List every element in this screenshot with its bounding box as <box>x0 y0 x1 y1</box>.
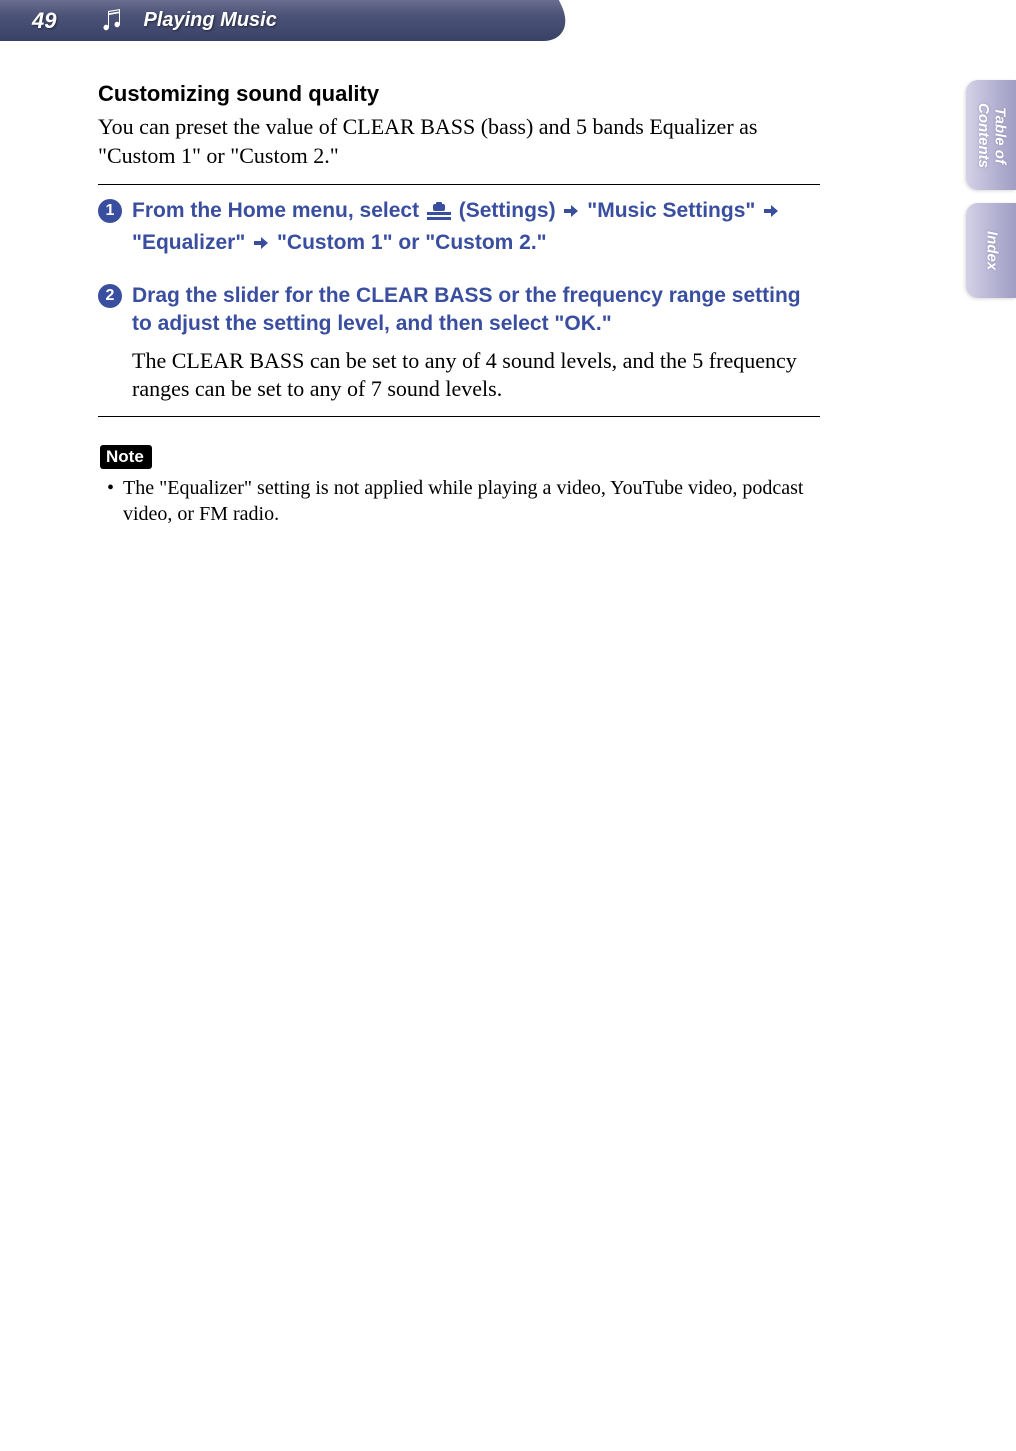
note-item: The "Equalizer" setting is not applied w… <box>110 475 820 527</box>
header-curve <box>489 0 578 41</box>
step-1-text: From the Home menu, select (Settings) "M… <box>132 197 781 258</box>
toc-tab[interactable]: Table ofContents <box>966 80 1016 190</box>
note-section: Note The "Equalizer" setting is not appl… <box>98 445 820 527</box>
step-1-settings: (Settings) <box>453 199 562 222</box>
step-1-prefix: From the Home menu, select <box>132 199 425 222</box>
step-number-2: 2 <box>98 284 122 308</box>
intro-text: You can preset the value of CLEAR BASS (… <box>98 113 820 170</box>
index-tab[interactable]: Index <box>966 203 1016 298</box>
page-number: 49 <box>0 8 56 34</box>
arrow-icon <box>254 230 268 258</box>
header-bar: 49 Playing Music <box>0 0 543 41</box>
toc-tab-label: Table ofContents <box>975 103 1008 168</box>
main-content: Customizing sound quality You can preset… <box>0 41 820 527</box>
step-2: 2 Drag the slider for the CLEAR BASS or … <box>98 270 820 416</box>
step-1-path3b: "Custom 1" or "Custom 2." <box>271 231 547 254</box>
note-badge: Note <box>100 445 152 469</box>
subheading: Customizing sound quality <box>98 81 820 107</box>
note-list: The "Equalizer" setting is not applied w… <box>98 475 820 527</box>
divider-bottom <box>98 416 820 417</box>
step-1: 1 From the Home menu, select (Settings) … <box>98 185 820 270</box>
step-1-path3a: "Equalizer" <box>132 231 251 254</box>
arrow-icon <box>564 198 578 226</box>
step-number-1: 1 <box>98 199 122 223</box>
step-2-body: The CLEAR BASS can be set to any of 4 so… <box>132 347 820 404</box>
step-2-text: Drag the slider for the CLEAR BASS or th… <box>132 282 820 339</box>
step-1-path2: "Music Settings" <box>581 199 761 222</box>
section-title: Playing Music <box>143 9 276 32</box>
music-note-icon <box>101 7 125 35</box>
index-tab-label: Index <box>983 231 1000 270</box>
settings-icon <box>427 200 451 228</box>
arrow-icon <box>764 198 778 226</box>
